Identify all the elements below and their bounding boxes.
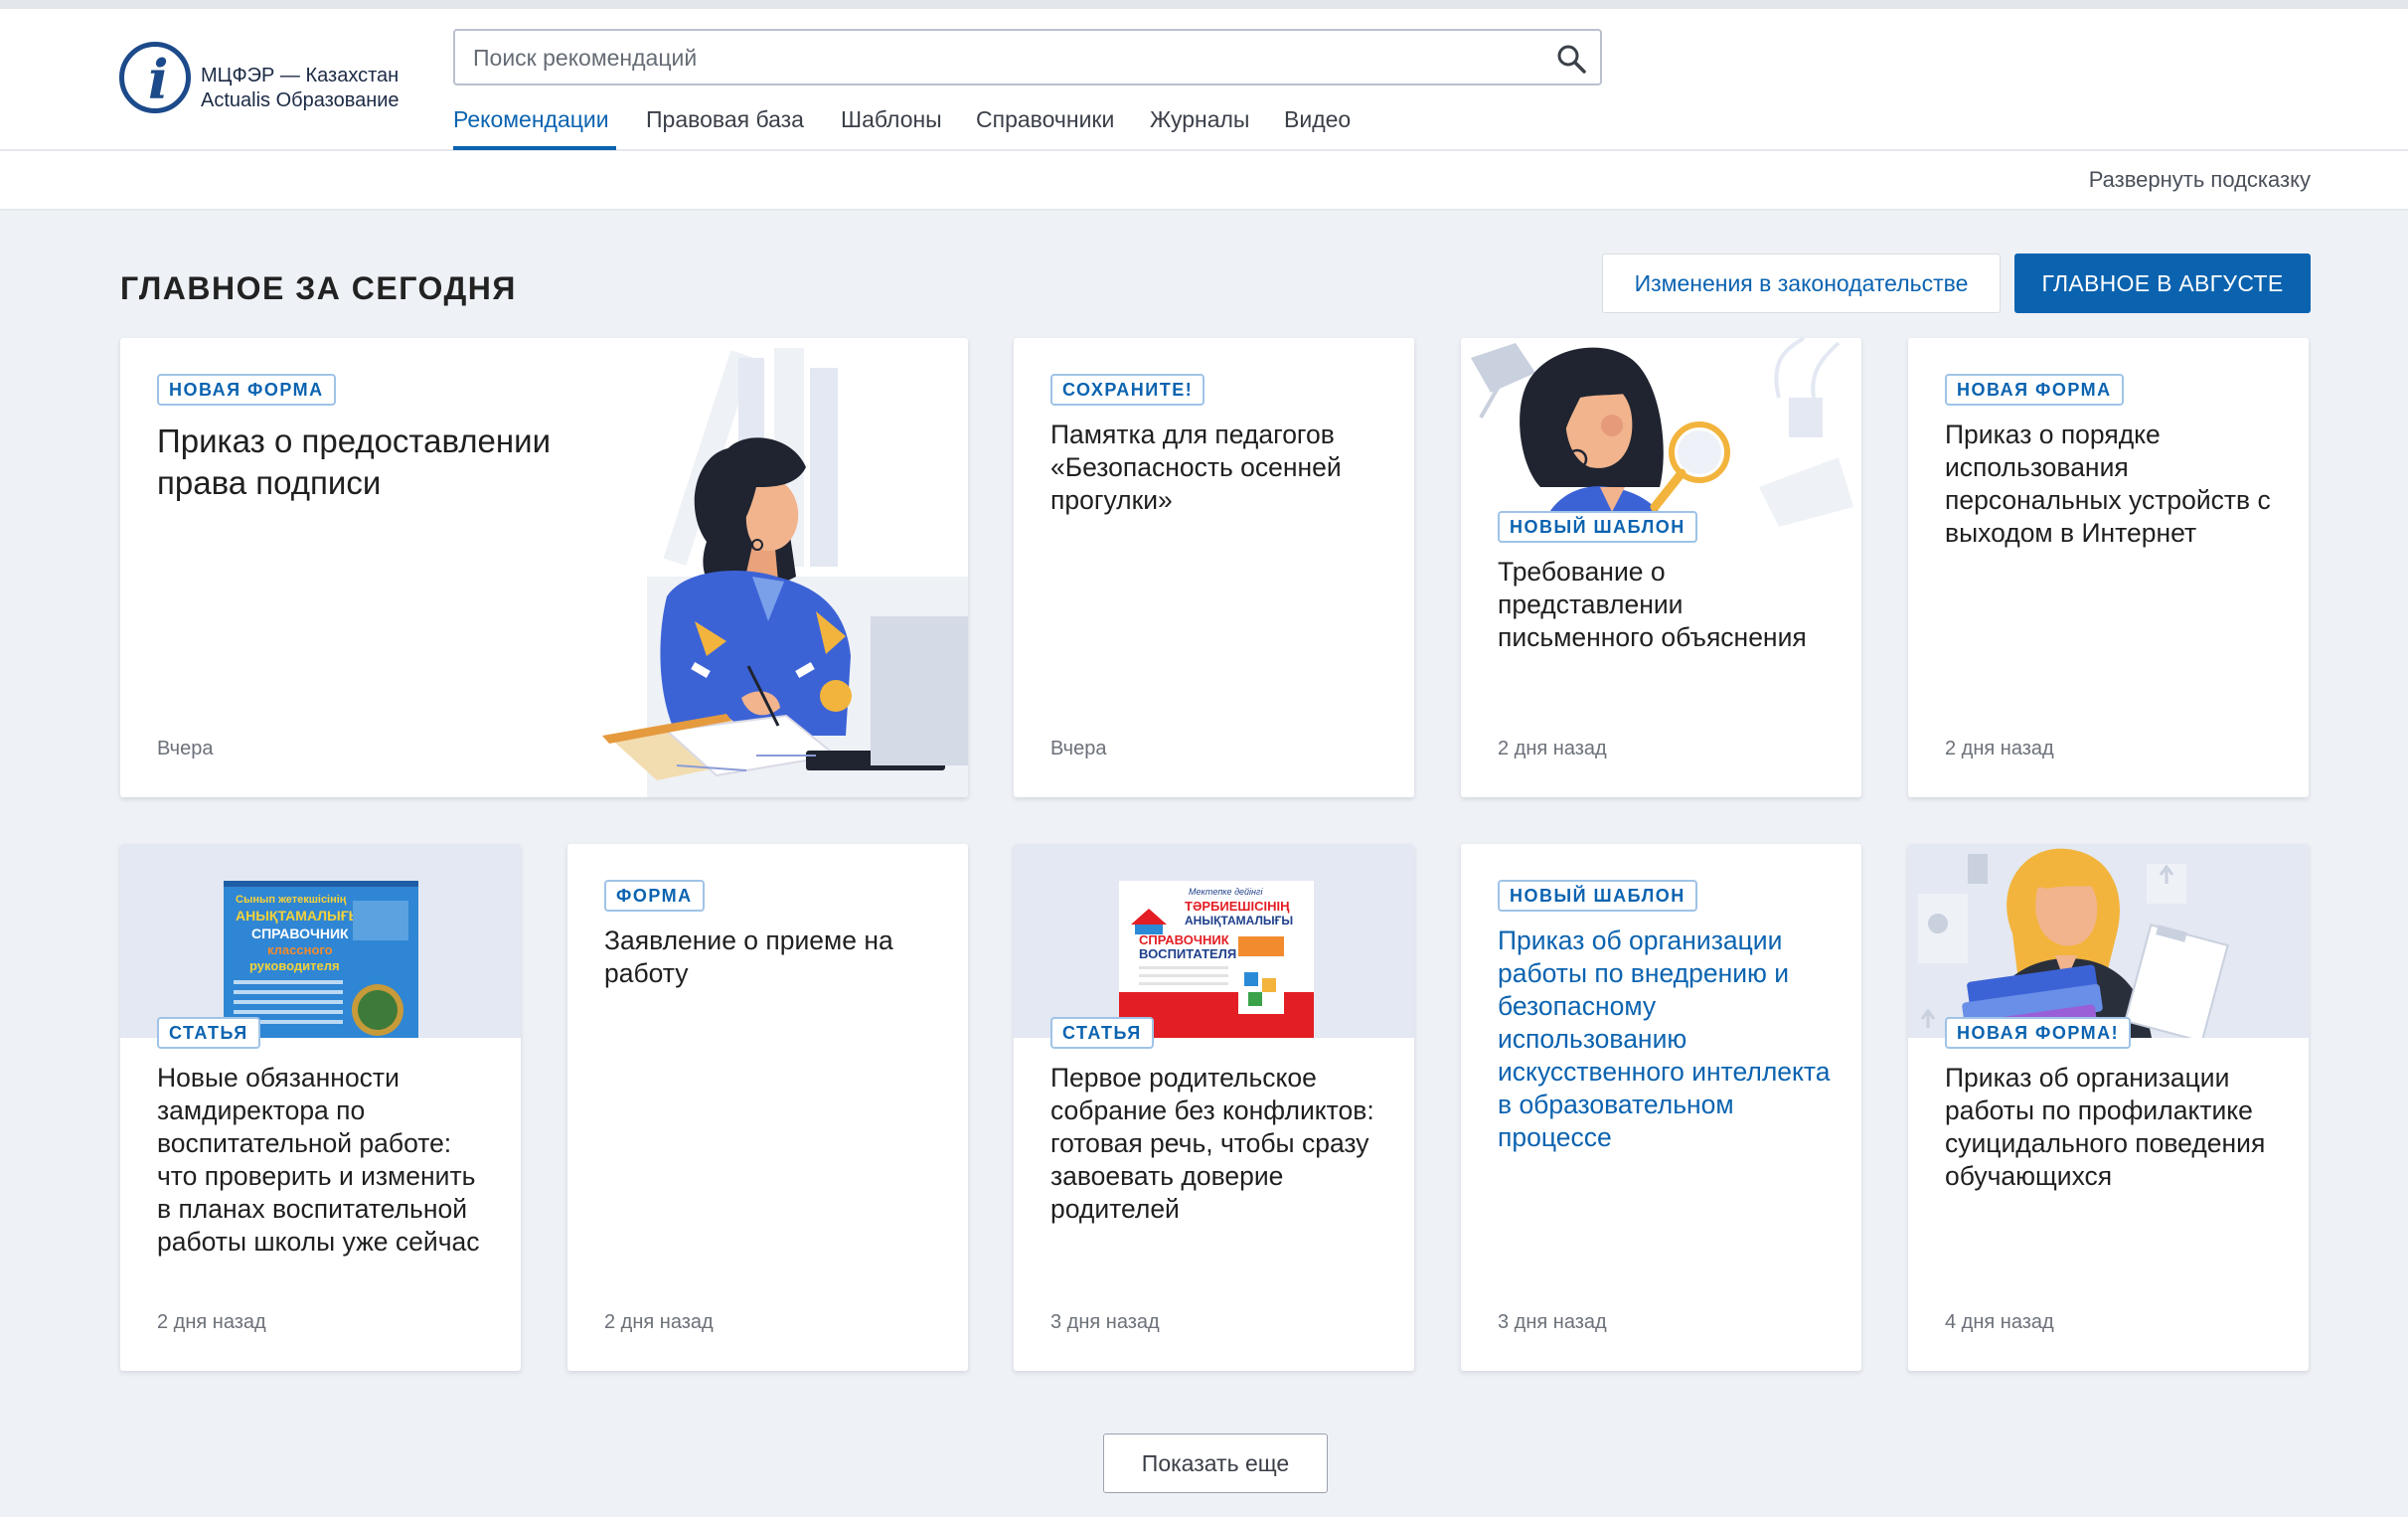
- cover-line-3: АНЫҚТАМАЛЫҒЫ: [1185, 914, 1293, 927]
- card-explanation-request[interactable]: НОВЫЙ ШАБЛОН Требование о представлении …: [1461, 338, 1861, 797]
- section-title: ГЛАВНОЕ ЗА СЕГОДНЯ: [120, 270, 517, 306]
- card-date: 2 дня назад: [604, 1311, 714, 1333]
- card-badge: СТАТЬЯ: [1050, 1017, 1154, 1049]
- cover-line-5: ВОСПИТАТЕЛЯ: [1139, 946, 1236, 961]
- cover-line-4: СПРАВОЧНИК: [1139, 932, 1229, 947]
- card-date: Вчера: [157, 738, 214, 759]
- card-deputy-duties[interactable]: Сынып жетекшісінің АНЫҚТАМАЛЫҒЫ СПРАВОЧН…: [120, 844, 521, 1371]
- card-title[interactable]: Приказ об организации работы по профилак…: [1945, 1062, 2283, 1193]
- nav-legal-base[interactable]: Правовая база: [646, 106, 804, 133]
- logo-circle-icon: i: [119, 42, 191, 113]
- card-title[interactable]: Приказ о порядке использования персональ…: [1945, 419, 2283, 550]
- card-date: 4 дня назад: [1945, 1311, 2054, 1333]
- logo-line-1: МЦФЭР — Казахстан: [201, 65, 400, 86]
- card-parent-meeting[interactable]: Мектепке дейінгі ТӘРБИЕШІСІНІҢ АНЫҚТАМАЛ…: [1014, 844, 1414, 1371]
- top-strip: [0, 0, 2408, 9]
- card-badge: НОВАЯ ФОРМА: [1945, 374, 2124, 406]
- search-box: [453, 29, 1602, 85]
- woman-writing-illustration: [602, 348, 968, 797]
- nav-references[interactable]: Справочники: [976, 106, 1114, 133]
- card-badge: НОВЫЙ ШАБЛОН: [1498, 511, 1697, 543]
- legislation-changes-button[interactable]: Изменения в законодательстве: [1602, 253, 2001, 313]
- card-title[interactable]: Заявление о приеме на работу: [604, 925, 942, 990]
- cover-line-5: руководителя: [249, 958, 340, 973]
- card-title[interactable]: Новые обязанности замдиректора по воспит…: [157, 1062, 495, 1259]
- card-ai-order[interactable]: НОВЫЙ ШАБЛОН Приказ об организации работ…: [1461, 844, 1861, 1371]
- card-badge: ФОРМА: [604, 880, 705, 912]
- card-badge: НОВАЯ ФОРМА: [157, 374, 336, 406]
- nav-journals[interactable]: Журналы: [1150, 106, 1249, 133]
- nav-video[interactable]: Видео: [1284, 106, 1351, 133]
- card-title[interactable]: Требование о представлении письменного о…: [1498, 556, 1836, 654]
- card-date: 2 дня назад: [1498, 738, 1607, 759]
- nav-recommendations[interactable]: Рекомендации: [453, 106, 609, 133]
- show-more-button[interactable]: Показать еще: [1103, 1433, 1328, 1493]
- cover-line-4: классного: [267, 942, 333, 957]
- card-date: 3 дня назад: [1050, 1311, 1160, 1333]
- woman-books-illustration: [1918, 848, 2229, 1038]
- hint-bar: Развернуть подсказку: [0, 151, 2408, 211]
- card-job-application[interactable]: ФОРМА Заявление о приеме на работу 2 дня…: [567, 844, 968, 1371]
- card-badge: СОХРАНИТЕ!: [1050, 374, 1205, 406]
- cover-line-1: Сынып жетекшісінің: [236, 894, 347, 906]
- card-safety-memo[interactable]: СОХРАНИТЕ! Памятка для педагогов «Безопа…: [1014, 338, 1414, 797]
- card-date: 2 дня назад: [157, 1311, 266, 1333]
- card-suicide-prevention[interactable]: НОВАЯ ФОРМА! Приказ об организации работ…: [1908, 844, 2309, 1371]
- handbook-cover-red-image: Мектепке дейінгі ТӘРБИЕШІСІНІҢ АНЫҚТАМАЛ…: [1119, 881, 1314, 1038]
- cover-line-3: СПРАВОЧНИК: [251, 926, 349, 941]
- card-date: 3 дня назад: [1498, 1311, 1607, 1333]
- card-badge: НОВЫЙ ШАБЛОН: [1498, 880, 1697, 912]
- logo-line-2: Actualis Образование: [201, 89, 400, 111]
- card-personal-devices[interactable]: НОВАЯ ФОРМА Приказ о порядке использован…: [1908, 338, 2309, 797]
- expand-hint-link[interactable]: Развернуть подсказку: [2089, 167, 2311, 193]
- woman-magnifier-illustration: [1461, 338, 1861, 532]
- card-signature-order[interactable]: НОВАЯ ФОРМА Приказ о предоставлении прав…: [120, 338, 968, 797]
- search-icon[interactable]: [1556, 44, 1586, 74]
- cover-line-2: ТӘРБИЕШІСІНІҢ: [1185, 899, 1290, 914]
- search-input[interactable]: [473, 43, 1526, 73]
- cover-line-2: АНЫҚТАМАЛЫҒЫ: [236, 908, 362, 924]
- active-tab-indicator: [453, 146, 616, 150]
- logo[interactable]: i МЦФЭР — Казахстан Actualis Образование: [119, 42, 417, 121]
- card-title[interactable]: Приказ о предоставлении права подписи: [157, 421, 594, 504]
- card-title[interactable]: Первое родительское собрание без конфлик…: [1050, 1062, 1388, 1226]
- card-date: 2 дня назад: [1945, 738, 2054, 759]
- card-title[interactable]: Памятка для педагогов «Безопасность осен…: [1050, 419, 1388, 517]
- card-badge: СТАТЬЯ: [157, 1017, 260, 1049]
- handbook-cover-blue-image: Сынып жетекшісінің АНЫҚТАМАЛЫҒЫ СПРАВОЧН…: [224, 881, 418, 1038]
- card-date: Вчера: [1050, 738, 1107, 759]
- main-of-month-button[interactable]: ГЛАВНОЕ В АВГУСТЕ: [2014, 253, 2311, 313]
- nav-templates[interactable]: Шаблоны: [841, 106, 942, 133]
- card-badge: НОВАЯ ФОРМА!: [1945, 1017, 2132, 1049]
- cover-line-1: Мектепке дейінгі: [1189, 887, 1263, 897]
- card-title[interactable]: Приказ об организации работы по внедрени…: [1498, 925, 1836, 1154]
